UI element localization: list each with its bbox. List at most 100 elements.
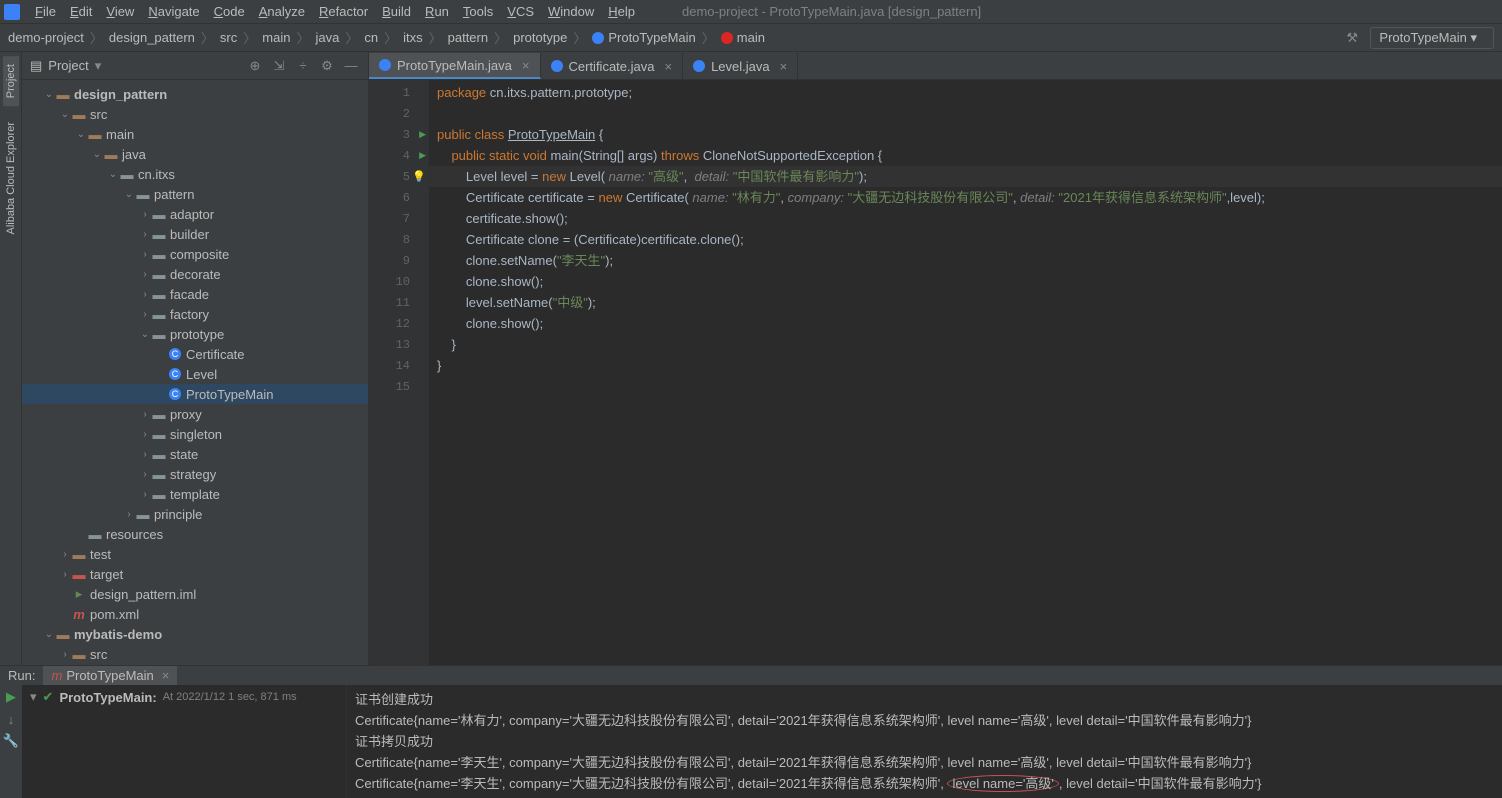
- menu-window[interactable]: Window: [541, 4, 601, 19]
- run-icon[interactable]: ▶: [3, 689, 19, 705]
- bulb-icon[interactable]: 💡: [412, 170, 426, 183]
- chevron-down-icon[interactable]: ▾: [30, 689, 37, 705]
- menu-help[interactable]: Help: [601, 4, 642, 19]
- select-opened-icon[interactable]: ⊕: [246, 57, 264, 75]
- code-line-11[interactable]: level.setName("中级");: [429, 292, 1502, 313]
- tree-item-pattern[interactable]: ⌄▬pattern: [22, 184, 368, 204]
- editor-tab-Level.java[interactable]: Level.java×: [683, 53, 798, 79]
- stop-icon[interactable]: ↓: [3, 711, 19, 727]
- code-line-3[interactable]: public class ProtoTypeMain {: [429, 124, 1502, 145]
- code-editor[interactable]: package cn.itxs.pattern.prototype; public…: [429, 80, 1502, 665]
- gutter-line-5[interactable]: 5💡: [369, 166, 428, 187]
- code-line-15[interactable]: [429, 376, 1502, 397]
- tree-item-facade[interactable]: ›▬facade: [22, 284, 368, 304]
- menu-build[interactable]: Build: [375, 4, 418, 19]
- gutter-line-14[interactable]: 14: [369, 355, 428, 376]
- close-icon[interactable]: ×: [162, 668, 170, 683]
- menu-analyze[interactable]: Analyze: [252, 4, 312, 19]
- gear-icon[interactable]: ⚙: [318, 57, 336, 75]
- run-marker-icon[interactable]: ▶: [419, 150, 426, 161]
- tree-item-test[interactable]: ›▬test: [22, 544, 368, 564]
- code-line-4[interactable]: public static void main(String[] args) t…: [429, 145, 1502, 166]
- tree-item-strategy[interactable]: ›▬strategy: [22, 464, 368, 484]
- gutter-line-7[interactable]: 7: [369, 208, 428, 229]
- tree-item-mybatis-demo[interactable]: ⌄▬mybatis-demo: [22, 624, 368, 644]
- menu-file[interactable]: File: [28, 4, 63, 19]
- menu-navigate[interactable]: Navigate: [141, 4, 206, 19]
- panel-title[interactable]: ▤ Project ▾: [30, 58, 101, 74]
- tree-item-Level[interactable]: CLevel: [22, 364, 368, 384]
- code-line-6[interactable]: Certificate certificate = new Certificat…: [429, 187, 1502, 208]
- tree-item-main[interactable]: ⌄▬main: [22, 124, 368, 144]
- run-tab[interactable]: m ProtoTypeMain ×: [43, 666, 177, 685]
- breadcrumb-ProtoTypeMain[interactable]: ProtoTypeMain: [592, 30, 695, 45]
- console-output[interactable]: 证书创建成功Certificate{name='林有力', company='大…: [347, 685, 1502, 798]
- breadcrumb-java[interactable]: java: [315, 30, 339, 45]
- run-marker-icon[interactable]: ▶: [419, 129, 426, 140]
- tree-item-resources[interactable]: ▬resources: [22, 524, 368, 544]
- tree-item-factory[interactable]: ›▬factory: [22, 304, 368, 324]
- code-line-5[interactable]: Level level = new Level( name: "高级", det…: [429, 166, 1502, 187]
- tree-item-composite[interactable]: ›▬composite: [22, 244, 368, 264]
- menu-run[interactable]: Run: [418, 4, 456, 19]
- code-line-9[interactable]: clone.setName("李天生");: [429, 250, 1502, 271]
- close-icon[interactable]: ×: [522, 58, 530, 73]
- menu-refactor[interactable]: Refactor: [312, 4, 375, 19]
- tree-item-Certificate[interactable]: CCertificate: [22, 344, 368, 364]
- close-icon[interactable]: ×: [664, 59, 672, 74]
- code-line-7[interactable]: certificate.show();: [429, 208, 1502, 229]
- gutter-line-2[interactable]: 2: [369, 103, 428, 124]
- code-line-8[interactable]: Certificate clone = (Certificate)certifi…: [429, 229, 1502, 250]
- tree-item-adaptor[interactable]: ›▬adaptor: [22, 204, 368, 224]
- gutter-line-11[interactable]: 11: [369, 292, 428, 313]
- tree-item-principle[interactable]: ›▬principle: [22, 504, 368, 524]
- hide-icon[interactable]: —: [342, 57, 360, 75]
- sidebar-tab-project[interactable]: Project: [3, 56, 19, 106]
- tree-item-target[interactable]: ›▬target: [22, 564, 368, 584]
- menu-code[interactable]: Code: [207, 4, 252, 19]
- collapse-all-icon[interactable]: ÷: [294, 57, 312, 75]
- gutter-line-13[interactable]: 13: [369, 334, 428, 355]
- tree-item-prototype[interactable]: ⌄▬prototype: [22, 324, 368, 344]
- tree-item-singleton[interactable]: ›▬singleton: [22, 424, 368, 444]
- breadcrumb-demo-project[interactable]: demo-project: [8, 30, 84, 45]
- gutter-line-3[interactable]: 3▶: [369, 124, 428, 145]
- gutter-line-4[interactable]: 4▶: [369, 145, 428, 166]
- expand-all-icon[interactable]: ⇲: [270, 57, 288, 75]
- menu-vcs[interactable]: VCS: [500, 4, 541, 19]
- sidebar-tab-alibaba[interactable]: Alibaba Cloud Explorer: [3, 114, 19, 243]
- gutter-line-12[interactable]: 12: [369, 313, 428, 334]
- tree-item-ProtoTypeMain[interactable]: CProtoTypeMain: [22, 384, 368, 404]
- tree-item-state[interactable]: ›▬state: [22, 444, 368, 464]
- breadcrumb-main[interactable]: main: [262, 30, 290, 45]
- code-line-12[interactable]: clone.show();: [429, 313, 1502, 334]
- project-tree[interactable]: ⌄▬design_pattern⌄▬src⌄▬main⌄▬java⌄▬cn.it…: [22, 80, 368, 665]
- editor-tab-ProtoTypeMain.java[interactable]: ProtoTypeMain.java×: [369, 53, 541, 79]
- tree-item-decorate[interactable]: ›▬decorate: [22, 264, 368, 284]
- code-line-2[interactable]: [429, 103, 1502, 124]
- menu-view[interactable]: View: [99, 4, 141, 19]
- breadcrumb-src[interactable]: src: [220, 30, 237, 45]
- code-line-10[interactable]: clone.show();: [429, 271, 1502, 292]
- menu-edit[interactable]: Edit: [63, 4, 99, 19]
- tree-item-template[interactable]: ›▬template: [22, 484, 368, 504]
- close-icon[interactable]: ×: [780, 59, 788, 74]
- gutter-line-1[interactable]: 1: [369, 82, 428, 103]
- breadcrumb-main[interactable]: main: [721, 30, 765, 45]
- gutter-line-10[interactable]: 10: [369, 271, 428, 292]
- run-config-selector[interactable]: ProtoTypeMain ▾: [1370, 27, 1494, 49]
- tree-item-java[interactable]: ⌄▬java: [22, 144, 368, 164]
- editor-tab-Certificate.java[interactable]: Certificate.java×: [541, 53, 684, 79]
- tree-item-proxy[interactable]: ›▬proxy: [22, 404, 368, 424]
- gutter-line-8[interactable]: 8: [369, 229, 428, 250]
- breadcrumb-itxs[interactable]: itxs: [403, 30, 423, 45]
- breadcrumb-cn[interactable]: cn: [364, 30, 378, 45]
- code-line-1[interactable]: package cn.itxs.pattern.prototype;: [429, 82, 1502, 103]
- tree-item-design_pattern-iml[interactable]: ▸design_pattern.iml: [22, 584, 368, 604]
- gutter-line-9[interactable]: 9: [369, 250, 428, 271]
- tree-item-src[interactable]: ⌄▬src: [22, 104, 368, 124]
- tree-item-src[interactable]: ›▬src: [22, 644, 368, 664]
- tree-item-cn-itxs[interactable]: ⌄▬cn.itxs: [22, 164, 368, 184]
- breadcrumb-pattern[interactable]: pattern: [448, 30, 488, 45]
- breadcrumb-prototype[interactable]: prototype: [513, 30, 567, 45]
